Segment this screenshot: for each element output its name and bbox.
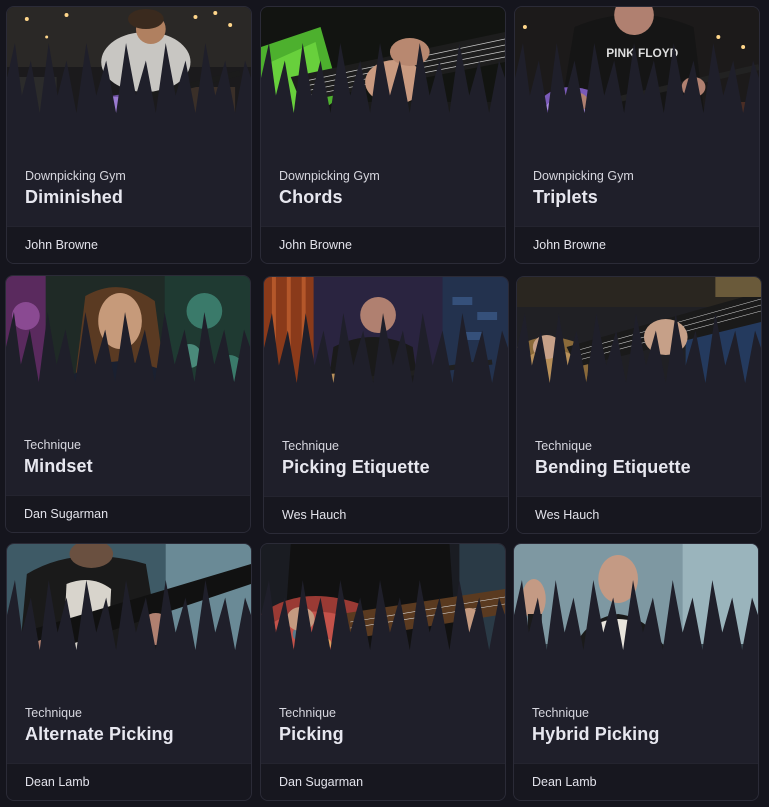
course-author: John Browne [25,238,98,252]
course-category: Technique [282,439,339,453]
course-author: Wes Hauch [282,508,347,522]
course-author: John Browne [533,238,606,252]
guitar-neck-bending-icon [517,277,761,417]
course-category: Downpicking Gym [279,169,380,183]
presenter-green-backdrop-icon [6,276,250,416]
course-title: Hybrid Picking [532,724,660,744]
course-card-diminished[interactable]: Downpicking Gym Diminished John Browne [6,6,252,264]
course-footer: Wes Hauch [517,496,761,533]
course-card-bending-etiquette[interactable]: Technique Bending Etiquette Wes Hauch [516,276,762,534]
course-category: Downpicking Gym [533,169,634,183]
guitarist-brick-wall-icon [264,277,508,417]
course-author: Dean Lamb [532,775,597,789]
course-footer: Wes Hauch [264,496,508,533]
course-footer: John Browne [515,226,759,263]
course-title: Picking Etiquette [282,457,430,477]
green-guitar-closeup-icon [261,7,505,147]
course-category: Technique [25,706,82,720]
course-category: Technique [535,439,592,453]
course-card-picking-etiquette[interactable]: Technique Picking Etiquette Wes Hauch [263,276,509,534]
course-author: John Browne [279,238,352,252]
course-card-picking[interactable]: Technique Picking Dan Sugarman [260,543,506,801]
course-card-chords[interactable]: Downpicking Gym Chords John Browne [260,6,506,264]
course-card-triplets[interactable]: PINK FLOYD Downpicking Gym Triplets John… [514,6,760,264]
guitarist-black-guitar-icon [7,544,251,684]
course-title: Picking [279,724,344,744]
course-title: Diminished [25,187,124,207]
guitarist-purple-guitar-icon [7,7,251,147]
course-title: Triplets [533,187,598,207]
course-footer: Dan Sugarman [261,763,505,800]
course-category: Downpicking Gym [25,169,126,183]
course-author: Dan Sugarman [24,507,109,521]
course-category: Technique [279,706,336,720]
course-footer: John Browne [7,226,251,263]
course-category: Technique [532,706,589,720]
course-title: Chords [279,187,343,207]
course-card-alternate-picking[interactable]: Technique Alternate Picking Dean Lamb [6,543,252,801]
red-swirl-guitar-icon [261,544,505,684]
course-author: Dean Lamb [25,775,90,789]
course-title: Mindset [24,456,93,476]
course-card-hybrid-picking[interactable]: Technique Hybrid Picking Dean Lamb [513,543,759,801]
course-author: Wes Hauch [535,508,600,522]
course-author: Dan Sugarman [279,775,364,789]
course-footer: Dan Sugarman [6,495,250,532]
course-footer: Dean Lamb [514,763,758,800]
course-category: Technique [24,438,81,452]
presenter-waving-icon [514,544,758,684]
guitarist-pink-floyd-shirt-icon: PINK FLOYD [515,7,759,147]
course-footer: John Browne [261,226,505,263]
course-title: Bending Etiquette [535,457,691,477]
course-card-mindset[interactable]: Technique Mindset Dan Sugarman [5,275,251,533]
course-grid: Downpicking Gym Diminished John Browne D… [0,0,769,807]
course-title: Alternate Picking [25,724,174,744]
course-footer: Dean Lamb [7,763,251,800]
